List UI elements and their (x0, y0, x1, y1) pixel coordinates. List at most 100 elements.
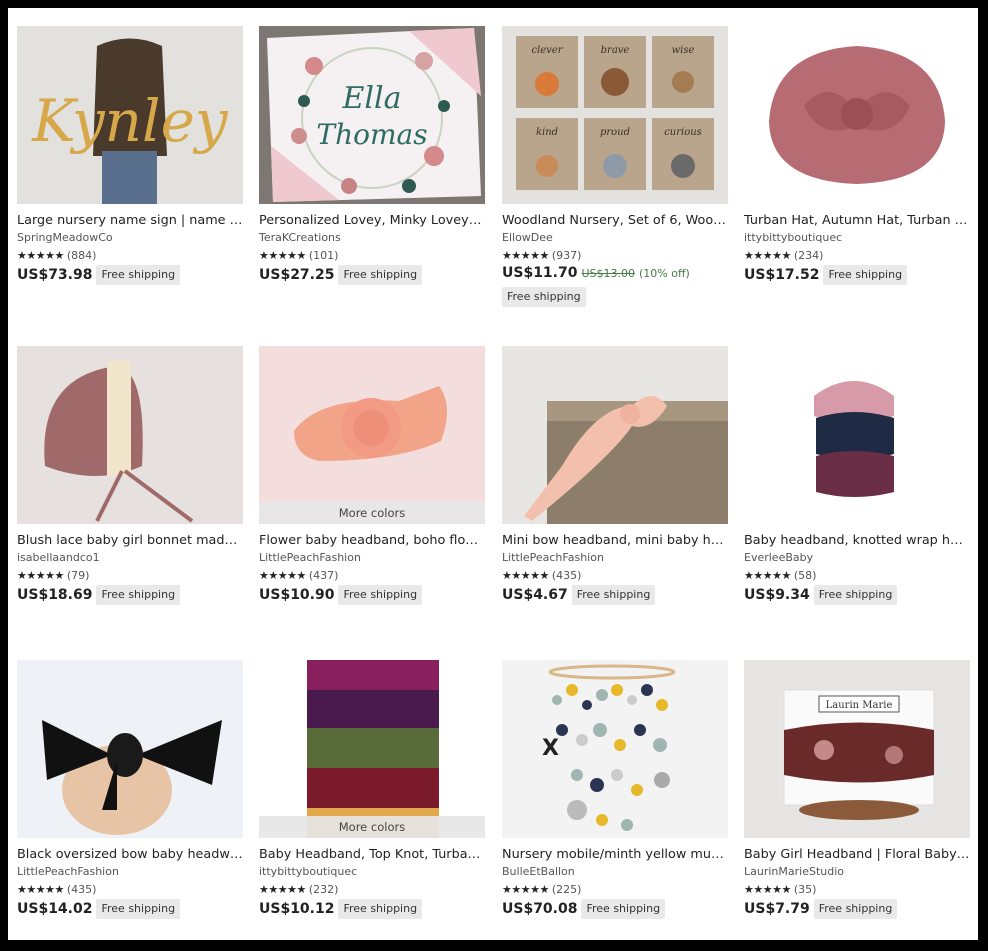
listing-card[interactable]: Turban Hat, Autumn Hat, Turban for... it… (744, 26, 970, 285)
listing-card[interactable]: Black oversized bow baby headwra... Litt… (17, 660, 243, 919)
review-count: (234) (793, 248, 824, 262)
rating: ★★★★★ (79) (17, 568, 243, 582)
star-rating-icon: ★★★★★ (502, 882, 549, 896)
listing-title[interactable]: Black oversized bow baby headwra... (17, 847, 243, 863)
price: US$73.98 (17, 267, 93, 283)
free-shipping-badge: Free shipping (813, 899, 898, 919)
listing-title[interactable]: Turban Hat, Autumn Hat, Turban for... (744, 213, 970, 229)
rating: ★★★★★ (937) (502, 248, 728, 262)
free-shipping-badge: Free shipping (338, 585, 423, 605)
shop-name[interactable]: TeraKCreations (259, 231, 485, 245)
lovey-last-name: Thomas (316, 118, 427, 151)
listing-title[interactable]: Woodland Nursery, Set of 6, Woodl... (502, 213, 728, 229)
star-rating-icon: ★★★★★ (744, 568, 791, 582)
rating: ★★★★★ (435) (502, 568, 728, 582)
listing-image[interactable]: More colors (259, 346, 485, 524)
woodland-word: brave (601, 45, 630, 56)
review-count: (232) (308, 882, 339, 896)
shop-name[interactable]: LaurinMarieStudio (744, 865, 970, 879)
listing-image[interactable]: Laurin Marie (744, 660, 970, 838)
free-shipping-badge: Free shipping (96, 265, 181, 285)
review-count: (435) (551, 568, 582, 582)
shop-name[interactable]: LittlePeachFashion (502, 551, 728, 565)
rating: ★★★★★ (234) (744, 248, 970, 262)
price-row: US$11.70 US$13.00 (10% off) (502, 265, 728, 281)
more-colors-label[interactable]: More colors (259, 816, 485, 838)
original-price: US$13.00 (581, 266, 636, 280)
listing-title[interactable]: Flower baby headband, boho flowe... (259, 533, 485, 549)
review-count: (225) (551, 882, 582, 896)
rating: ★★★★★ (101) (259, 248, 485, 262)
woodland-word: wise (672, 45, 695, 56)
mobile-letter: X (542, 736, 559, 761)
listing-image[interactable] (17, 660, 243, 838)
listing-image[interactable] (502, 346, 728, 524)
price: US$11.70 (502, 265, 578, 281)
listing-title[interactable]: Mini bow headband, mini baby hea... (502, 533, 728, 549)
listing-image[interactable]: More colors (259, 660, 485, 838)
shop-name[interactable]: BulleEtBallon (502, 865, 728, 879)
shop-name[interactable]: isabellaandco1 (17, 551, 243, 565)
price-row: US$18.69 Free shipping (17, 585, 243, 605)
listing-image[interactable] (744, 26, 970, 204)
price: US$14.02 (17, 901, 93, 917)
listing-card[interactable]: Laurin Marie Baby Girl Headband | Floral… (744, 660, 970, 919)
price: US$17.52 (744, 267, 820, 283)
listing-title[interactable]: Large nursery name sign | name cut... (17, 213, 243, 229)
free-shipping-badge: Free shipping (823, 265, 908, 285)
listing-card[interactable]: More colors Baby Headband, Top Knot, Tur… (259, 660, 485, 919)
listing-image[interactable]: X (502, 660, 728, 838)
free-shipping-badge: Free shipping (571, 585, 656, 605)
price-row: US$17.52 Free shipping (744, 265, 970, 285)
shop-name[interactable]: SpringMeadowCo (17, 231, 243, 245)
more-colors-label[interactable]: More colors (259, 502, 485, 524)
shop-name[interactable]: ittybittyboutiquec (744, 231, 970, 245)
star-rating-icon: ★★★★★ (17, 882, 64, 896)
price: US$10.90 (259, 587, 335, 603)
listing-image[interactable]: Kynley (17, 26, 243, 204)
listing-image[interactable]: Ella Thomas (259, 26, 485, 204)
star-rating-icon: ★★★★★ (259, 882, 306, 896)
rating: ★★★★★ (232) (259, 882, 485, 896)
listing-title[interactable]: Nursery mobile/minth yellow musta... (502, 847, 728, 863)
free-shipping-badge: Free shipping (581, 899, 666, 919)
listing-title[interactable]: Personalized Lovey, Minky Lovey for... (259, 213, 485, 229)
shop-name[interactable]: ittybittyboutiquec (259, 865, 485, 879)
listing-card[interactable]: Kynley Large nursery name sign | name cu… (17, 26, 243, 285)
listing-card[interactable]: clever brave wise kind proud curious Woo… (502, 26, 728, 307)
review-count: (35) (793, 882, 817, 896)
price-row: US$9.34 Free shipping (744, 585, 970, 605)
shop-name[interactable]: LittlePeachFashion (259, 551, 485, 565)
price: US$7.79 (744, 901, 810, 917)
listing-title[interactable]: Baby Girl Headband | Floral Baby Tu... (744, 847, 970, 863)
rating: ★★★★★ (225) (502, 882, 728, 896)
listing-card[interactable]: Blush lace baby girl bonnet made t... is… (17, 346, 243, 605)
sign-name-text: Kynley (31, 87, 229, 155)
listing-title[interactable]: Baby headband, knotted wrap head... (744, 533, 970, 549)
listing-title[interactable]: Blush lace baby girl bonnet made t... (17, 533, 243, 549)
listing-title[interactable]: Baby Headband, Top Knot, Turban ... (259, 847, 485, 863)
price: US$10.12 (259, 901, 335, 917)
listing-image[interactable]: clever brave wise kind proud curious (502, 26, 728, 204)
review-count: (884) (66, 248, 97, 262)
listing-card[interactable]: Ella Thomas Personalized Lovey, Minky Lo… (259, 26, 485, 285)
shop-name[interactable]: EllowDee (502, 231, 728, 245)
listing-image[interactable] (744, 346, 970, 524)
shop-name[interactable]: LittlePeachFashion (17, 865, 243, 879)
star-rating-icon: ★★★★★ (17, 248, 64, 262)
listing-image[interactable] (17, 346, 243, 524)
review-count: (937) (551, 248, 582, 262)
review-count: (435) (66, 882, 97, 896)
price-row: US$27.25 Free shipping (259, 265, 485, 285)
woodland-word: curious (664, 127, 702, 138)
review-count: (437) (308, 568, 339, 582)
price-row: US$4.67 Free shipping (502, 585, 728, 605)
listing-card[interactable]: Mini bow headband, mini baby hea... Litt… (502, 346, 728, 605)
listing-card[interactable]: X Nursery mobile/minth yellow musta... B… (502, 660, 728, 919)
lovey-first-name: Ella (342, 81, 402, 116)
review-count: (58) (793, 568, 817, 582)
shop-name[interactable]: EverleeBaby (744, 551, 970, 565)
price-row: US$14.02 Free shipping (17, 899, 243, 919)
listing-card[interactable]: More colors Flower baby headband, boho f… (259, 346, 485, 605)
listing-card[interactable]: Baby headband, knotted wrap head... Ever… (744, 346, 970, 605)
